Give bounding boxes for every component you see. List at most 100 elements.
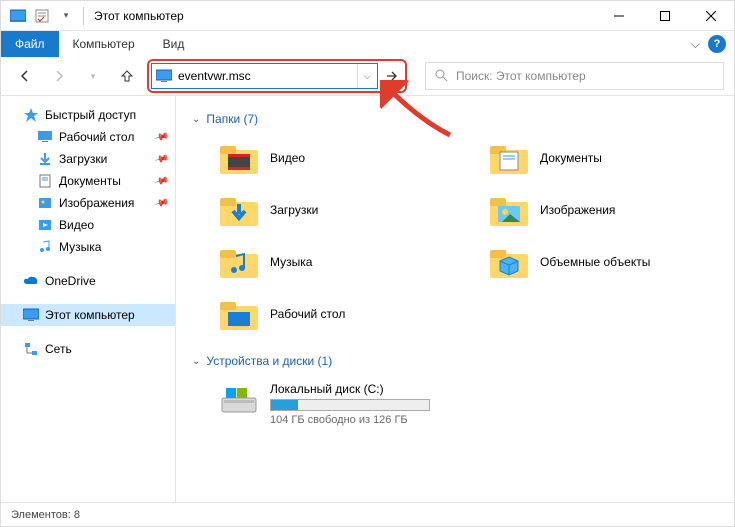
recent-dropdown[interactable]: ▾ bbox=[79, 62, 107, 90]
help-icon[interactable]: ? bbox=[708, 35, 726, 53]
folder-icon bbox=[488, 192, 530, 228]
folder-videos[interactable]: Видео bbox=[214, 136, 464, 180]
desktop-icon bbox=[37, 129, 53, 145]
menu-bar: Файл Компьютер Вид ⌵ ? bbox=[1, 31, 734, 57]
content-pane: ⌄ Папки (7) Видео Документы Загрузки Изо… bbox=[176, 96, 734, 502]
documents-icon bbox=[37, 173, 53, 189]
videos-icon bbox=[37, 217, 53, 233]
status-text: Элементов: 8 bbox=[11, 509, 80, 521]
folder-documents[interactable]: Документы bbox=[484, 136, 734, 180]
chevron-down-icon: ⌄ bbox=[192, 114, 200, 125]
sidebar-item-videos[interactable]: Видео bbox=[1, 214, 175, 236]
computer-menu[interactable]: Компьютер bbox=[59, 31, 149, 57]
body: Быстрый доступ Рабочий стол 📌 Загрузки 📌… bbox=[1, 95, 734, 502]
drive-name: Локальный диск (C:) bbox=[270, 382, 430, 396]
sidebar-item-documents[interactable]: Документы 📌 bbox=[1, 170, 175, 192]
sidebar-label: Изображения bbox=[59, 196, 134, 210]
status-bar: Элементов: 8 bbox=[1, 502, 734, 526]
sidebar-label: OneDrive bbox=[45, 274, 96, 288]
properties-icon[interactable] bbox=[31, 5, 53, 27]
sidebar-label: Музыка bbox=[59, 240, 101, 254]
drive-icon bbox=[218, 382, 260, 418]
pc-icon bbox=[154, 66, 174, 86]
group-title: Устройства и диски (1) bbox=[206, 354, 332, 368]
back-button[interactable] bbox=[11, 62, 39, 90]
sidebar-item-music[interactable]: Музыка bbox=[1, 236, 175, 258]
quick-access-toolbar: ▾ bbox=[7, 5, 77, 27]
folder-icon bbox=[488, 244, 530, 280]
up-button[interactable] bbox=[113, 62, 141, 90]
music-icon bbox=[37, 239, 53, 255]
chevron-down-icon: ⌄ bbox=[192, 356, 200, 367]
pc-icon bbox=[23, 307, 39, 323]
address-input[interactable] bbox=[176, 69, 357, 83]
drives-group-header[interactable]: ⌄ Устройства и диски (1) bbox=[192, 354, 718, 368]
maximize-button[interactable] bbox=[642, 1, 688, 31]
drive-c[interactable]: Локальный диск (C:) 104 ГБ свободно из 1… bbox=[214, 378, 718, 430]
folder-icon bbox=[218, 192, 260, 228]
search-placeholder: Поиск: Этот компьютер bbox=[456, 69, 586, 83]
folder-pictures[interactable]: Изображения bbox=[484, 188, 734, 232]
sidebar-label: Видео bbox=[59, 218, 94, 232]
folder-label: Загрузки bbox=[270, 203, 318, 217]
network-icon bbox=[23, 341, 39, 357]
folder-icon bbox=[218, 296, 260, 332]
sidebar-item-thispc[interactable]: Этот компьютер bbox=[1, 304, 175, 326]
navigation-bar: ▾ ⌵ Поиск: Этот компьютер bbox=[1, 57, 734, 95]
downloads-icon bbox=[37, 151, 53, 167]
folder-3d-objects[interactable]: Объемные объекты bbox=[484, 240, 734, 284]
folder-label: Музыка bbox=[270, 255, 312, 269]
navigation-pane: Быстрый доступ Рабочий стол 📌 Загрузки 📌… bbox=[1, 96, 176, 502]
folder-desktop[interactable]: Рабочий стол bbox=[214, 292, 464, 336]
titlebar-divider bbox=[83, 7, 84, 25]
folder-label: Изображения bbox=[540, 203, 615, 217]
sidebar-item-network[interactable]: Сеть bbox=[1, 338, 175, 360]
sidebar-label: Сеть bbox=[45, 342, 72, 356]
sidebar-label: Загрузки bbox=[59, 152, 107, 166]
address-bar[interactable]: ⌵ bbox=[151, 63, 378, 89]
sidebar-label: Документы bbox=[59, 174, 121, 188]
minimize-button[interactable] bbox=[596, 1, 642, 31]
system-menu-icon[interactable] bbox=[7, 5, 29, 27]
address-history-dropdown[interactable]: ⌵ bbox=[357, 64, 377, 88]
folders-grid: Видео Документы Загрузки Изображения Муз… bbox=[214, 136, 718, 336]
pictures-icon bbox=[37, 195, 53, 211]
address-bar-highlight: ⌵ bbox=[147, 59, 407, 93]
sidebar-label: Рабочий стол bbox=[59, 130, 134, 144]
title-bar: ▾ Этот компьютер bbox=[1, 1, 734, 31]
close-button[interactable] bbox=[688, 1, 734, 31]
pin-icon: 📌 bbox=[153, 195, 169, 211]
sidebar-item-pictures[interactable]: Изображения 📌 bbox=[1, 192, 175, 214]
search-icon bbox=[434, 68, 448, 85]
cloud-icon bbox=[23, 273, 39, 289]
folder-music[interactable]: Музыка bbox=[214, 240, 464, 284]
view-menu[interactable]: Вид bbox=[149, 31, 199, 57]
folder-label: Видео bbox=[270, 151, 305, 165]
file-menu[interactable]: Файл bbox=[1, 31, 59, 57]
qat-dropdown-icon[interactable]: ▾ bbox=[55, 5, 77, 27]
sidebar-item-onedrive[interactable]: OneDrive bbox=[1, 270, 175, 292]
group-title: Папки (7) bbox=[206, 112, 258, 126]
folder-icon bbox=[218, 244, 260, 280]
folder-label: Объемные объекты bbox=[540, 255, 650, 269]
window-controls bbox=[596, 1, 734, 31]
forward-button[interactable] bbox=[45, 62, 73, 90]
pin-icon: 📌 bbox=[153, 173, 169, 189]
folder-downloads[interactable]: Загрузки bbox=[214, 188, 464, 232]
sidebar-item-quickaccess[interactable]: Быстрый доступ bbox=[1, 104, 175, 126]
sidebar-item-desktop[interactable]: Рабочий стол 📌 bbox=[1, 126, 175, 148]
drive-subtext: 104 ГБ свободно из 126 ГБ bbox=[270, 414, 430, 426]
pin-icon: 📌 bbox=[153, 129, 169, 145]
folder-label: Документы bbox=[540, 151, 602, 165]
folder-label: Рабочий стол bbox=[270, 307, 345, 321]
sidebar-label: Быстрый доступ bbox=[45, 108, 136, 122]
folder-icon bbox=[218, 140, 260, 176]
drive-info: Локальный диск (C:) 104 ГБ свободно из 1… bbox=[270, 382, 430, 426]
ribbon-expand-icon[interactable]: ⌵ bbox=[691, 37, 700, 52]
search-box[interactable]: Поиск: Этот компьютер bbox=[425, 62, 724, 90]
drive-usage-bar bbox=[270, 399, 430, 411]
folder-icon bbox=[488, 140, 530, 176]
folders-group-header[interactable]: ⌄ Папки (7) bbox=[192, 112, 718, 126]
sidebar-item-downloads[interactable]: Загрузки 📌 bbox=[1, 148, 175, 170]
go-button[interactable] bbox=[380, 63, 403, 89]
